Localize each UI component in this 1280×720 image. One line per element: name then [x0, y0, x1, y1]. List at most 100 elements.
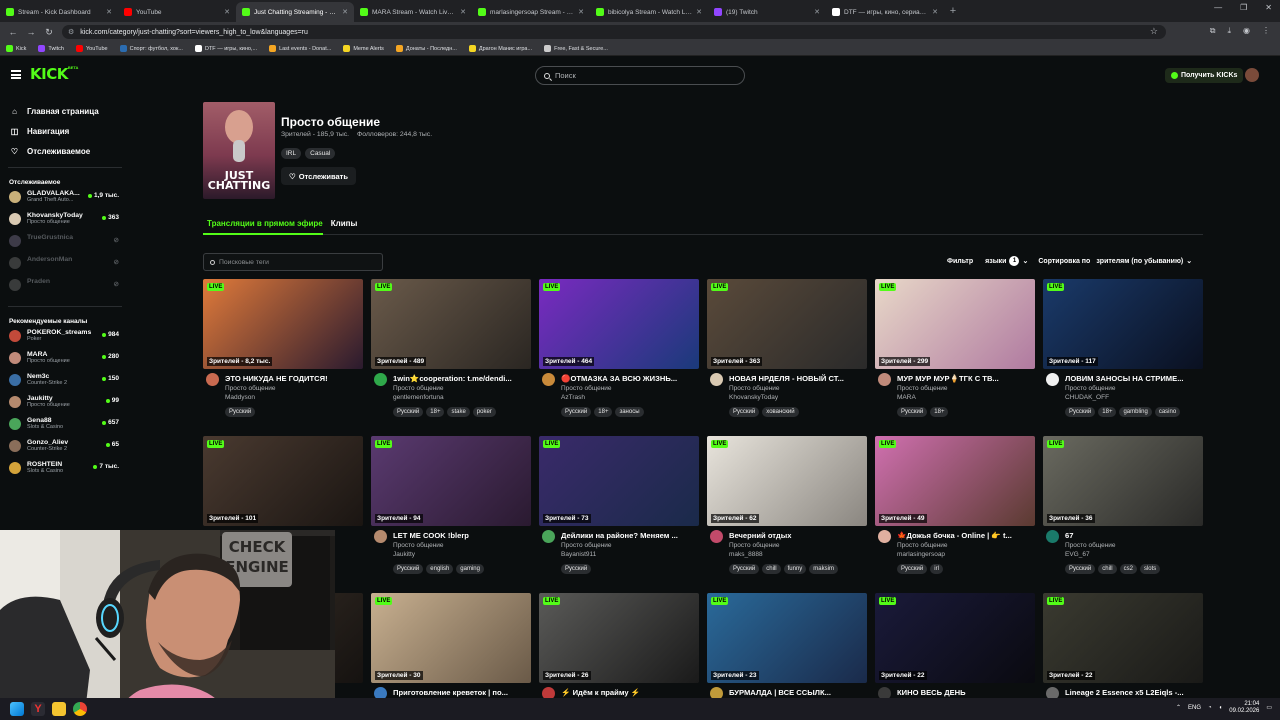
forward-icon[interactable]: →	[22, 27, 40, 37]
stream-title[interactable]: МУР МУР МУР🍦ТГК С ТВ...	[897, 374, 1033, 383]
stream-title[interactable]: Приготовление креветок | по...	[393, 688, 529, 697]
stream-title[interactable]: КИНО ВЕСЬ ДЕНЬ	[897, 688, 1033, 697]
sort-dropdown[interactable]: зрителям (по убыванию) ⌄	[1096, 257, 1192, 266]
tray-chevron-icon[interactable]: ⌃	[1176, 704, 1181, 711]
tab-close-icon[interactable]: ✕	[814, 8, 820, 16]
browser-tab[interactable]: DTF — игры, кино, сериалы, раз...✕	[826, 2, 944, 22]
follow-category-button[interactable]: ♡ Отслеживать	[281, 167, 356, 185]
sidebar-nav-item[interactable]: ♡ Отслеживаемое	[0, 141, 124, 161]
browser-tab[interactable]: YouTube ✕	[118, 2, 236, 22]
stream-tag[interactable]: chill	[762, 564, 781, 574]
stream-thumbnail[interactable]: LIVE Зрителей - 62	[707, 436, 867, 526]
sidebar-channel[interactable]: MARA Просто общение 280	[0, 351, 124, 373]
stream-thumbnail[interactable]: LIVE Зрителей - 8,2 тыс.	[203, 279, 363, 369]
browser-tab[interactable]: Stream - Kick Dashboard ✕	[0, 2, 118, 22]
tag-search-input[interactable]: Поисковые теги	[203, 253, 383, 271]
stream-tag[interactable]: chill	[1098, 564, 1117, 574]
network-icon[interactable]: ◔	[1208, 705, 1212, 711]
get-kicks-button[interactable]: Получить KICKs	[1165, 68, 1244, 83]
user-avatar[interactable]	[1245, 68, 1259, 82]
stream-card[interactable]: LIVE Зрителей - 8,2 тыс. ЭТО НИКУДА НЕ ГОД…	[203, 279, 363, 437]
stream-category[interactable]: Просто общение	[729, 542, 780, 549]
kick-logo[interactable]: KICKBETA	[30, 65, 78, 83]
streamer-name[interactable]: EVG_67	[1065, 551, 1090, 558]
browser-tab[interactable]: Just Chatting Streaming - Live Stre...✕	[236, 2, 354, 22]
stream-title[interactable]: БУРМАЛДА | ВСЕ ССЫЛК...	[729, 688, 865, 697]
bookmark-item[interactable]: Meme Alerts	[343, 45, 384, 52]
stream-thumbnail[interactable]: LIVE Зрителей - 23	[707, 593, 867, 683]
stream-tag[interactable]: cs2	[1119, 564, 1137, 574]
stream-thumbnail[interactable]: LIVE Зрителей - 464	[539, 279, 699, 369]
streamer-name[interactable]: Bayanist911	[561, 551, 596, 558]
sidebar-channel[interactable]: Praden ⊘	[0, 278, 124, 300]
bookmark-star-icon[interactable]: ☆	[1150, 26, 1158, 37]
bookmark-item[interactable]: Kick	[6, 45, 26, 52]
tab-live-streams[interactable]: Трансляции в прямом эфире	[207, 219, 323, 228]
chrome-icon[interactable]	[73, 702, 87, 716]
url-field[interactable]: ⚙ kick.com/category/just-chatting?sort=v…	[62, 25, 1166, 39]
stream-card[interactable]: LIVE Зрителей - 49 🍁Дожья бочка - Online |…	[875, 436, 1035, 594]
browser-tab[interactable]: bibicolya Stream - Watch Live on Kick✕	[590, 2, 708, 22]
bookmark-item[interactable]: Free, Fast & Secure...	[544, 45, 608, 52]
bookmark-item[interactable]: Донаты - Последн...	[395, 45, 457, 52]
stream-title[interactable]: ⚡ Идём к прайму ⚡	[561, 688, 697, 697]
stream-tag[interactable]: Русский	[897, 407, 928, 417]
streamer-avatar[interactable]	[542, 373, 555, 386]
yandex-browser-icon[interactable]: Y	[31, 702, 45, 716]
stream-thumbnail[interactable]: LIVE Зрителей - 117	[1043, 279, 1203, 369]
stream-tag[interactable]: stake	[447, 407, 470, 417]
streamer-name[interactable]: AzTrash	[561, 394, 585, 401]
stream-title[interactable]: НОВАЯ НРДЕЛЯ - НОВЫЙ СТ...	[729, 374, 865, 383]
stream-card[interactable]: LIVE Зрителей - 117 ЛОВИМ ЗАНОСЫ НА СТРИМЕ…	[1043, 279, 1203, 437]
stream-thumbnail[interactable]: LIVE Зрителей - 101	[203, 436, 363, 526]
stream-tag[interactable]: funny	[783, 564, 807, 574]
stream-tag[interactable]: 18+	[426, 407, 445, 417]
stream-thumbnail[interactable]: LIVE Зрителей - 26	[539, 593, 699, 683]
streamer-name[interactable]: MARA	[897, 394, 916, 401]
stream-tag[interactable]: slots	[1139, 564, 1161, 574]
tab-close-icon[interactable]: ✕	[578, 8, 584, 16]
bookmark-item[interactable]: Twitch	[38, 45, 64, 52]
site-info-icon[interactable]: ⚙	[68, 28, 74, 36]
sidebar-channel[interactable]: Gonzo_Aliev Counter-Strike 2 65	[0, 439, 124, 461]
stream-title[interactable]: ЭТО НИКУДА НЕ ГОДИТСЯ!	[225, 374, 361, 383]
file-explorer-icon[interactable]	[52, 702, 66, 716]
language-filter[interactable]: языки 1 ⌄	[985, 256, 1028, 266]
streamer-avatar[interactable]	[710, 373, 723, 386]
streamer-avatar[interactable]	[878, 373, 891, 386]
notifications-icon[interactable]: ▭	[1266, 704, 1272, 711]
site-search-input[interactable]: Поиск	[535, 66, 745, 85]
stream-title[interactable]: Lineage 2 Essence x5 L2Eiqls -...	[1065, 688, 1201, 697]
sidebar-channel[interactable]: ROSHTEIN Slots & Casino 7 тыс.	[0, 461, 124, 483]
stream-title[interactable]: 1win⭐cooperation: t.me/dendi...	[393, 374, 529, 383]
streamer-name[interactable]: marlasingersoap	[897, 551, 945, 558]
bookmark-item[interactable]: DTF — игры, кино,...	[194, 45, 257, 52]
start-button-icon[interactable]	[10, 702, 24, 716]
stream-tag[interactable]: Русский	[225, 407, 256, 417]
maximize-icon[interactable]: ❐	[1240, 3, 1247, 12]
menu-icon[interactable]: ⋮	[1262, 26, 1270, 36]
category-tag[interactable]: Casual	[305, 148, 336, 159]
sidebar-channel[interactable]: Nem3c Counter-Strike 2 150	[0, 373, 124, 395]
stream-tag[interactable]: заносы	[615, 407, 644, 417]
stream-title[interactable]: 🍁Дожья бочка - Online | 👉 t...	[897, 531, 1033, 540]
close-window-icon[interactable]: ✕	[1265, 3, 1272, 12]
streamer-avatar[interactable]	[1046, 530, 1059, 543]
stream-thumbnail[interactable]: LIVE Зрителей - 22	[875, 593, 1035, 683]
stream-tag[interactable]: 18+	[930, 407, 949, 417]
stream-title[interactable]: 🔴ОТМАЗКА ЗА ВСЮ ЖИЗНЬ...	[561, 374, 697, 383]
bookmark-item[interactable]: Last events - Donat...	[269, 45, 331, 52]
downloads-icon[interactable]: ⤓	[1227, 26, 1231, 36]
streamer-avatar[interactable]	[374, 530, 387, 543]
stream-title[interactable]: Дейлики на районе? Меняем ...	[561, 531, 697, 540]
tab-close-icon[interactable]: ✕	[106, 8, 112, 16]
stream-category[interactable]: Просто общение	[393, 385, 444, 392]
new-tab-button[interactable]: +	[944, 2, 962, 22]
stream-category[interactable]: Просто общение	[897, 385, 948, 392]
streamer-avatar[interactable]	[542, 530, 555, 543]
stream-tag[interactable]: Русский	[393, 564, 424, 574]
stream-tag[interactable]: 18+	[594, 407, 613, 417]
streamer-name[interactable]: gentlemenfortuna	[393, 394, 444, 401]
stream-tag[interactable]: english	[426, 564, 454, 574]
hamburger-menu-icon[interactable]	[11, 70, 21, 79]
